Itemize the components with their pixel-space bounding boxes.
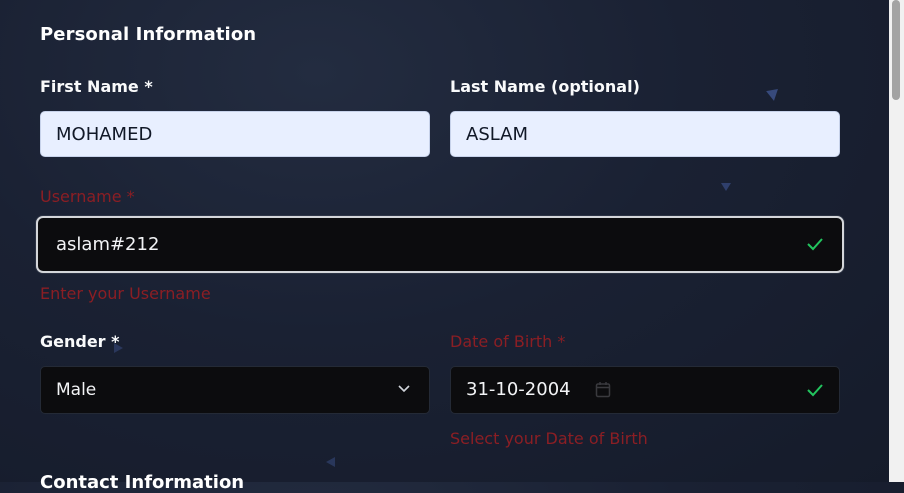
gender-label: Gender *	[40, 332, 120, 351]
first-name-input[interactable]: MOHAMED	[40, 111, 430, 157]
chevron-down-icon[interactable]	[397, 384, 411, 394]
date-of-birth-value: 31-10-2004	[466, 379, 571, 400]
username-input[interactable]: aslam#212	[36, 216, 844, 273]
check-icon	[807, 384, 823, 397]
section-title-contact-information: Contact Information	[40, 472, 245, 493]
gender-select[interactable]: Male	[40, 366, 430, 414]
username-label: Username *	[40, 187, 135, 206]
date-of-birth-label: Date of Birth *	[450, 332, 566, 351]
check-icon	[807, 238, 823, 251]
last-name-value: ASLAM	[466, 124, 529, 145]
date-of-birth-helper-text: Select your Date of Birth	[450, 429, 648, 448]
gender-selected-value: Male	[56, 380, 97, 400]
scrollbar-thumb[interactable]	[892, 0, 900, 100]
decorative-triangle	[721, 183, 731, 191]
last-name-input[interactable]: ASLAM	[450, 111, 840, 157]
username-value: aslam#212	[56, 234, 160, 255]
decorative-triangle	[326, 457, 335, 467]
date-of-birth-input[interactable]: 31-10-2004	[450, 366, 840, 414]
calendar-icon[interactable]	[595, 381, 611, 398]
decorative-triangle	[766, 89, 780, 102]
last-name-label: Last Name (optional)	[450, 77, 640, 96]
section-title-personal-information: Personal Information	[40, 24, 257, 45]
first-name-value: MOHAMED	[56, 124, 153, 145]
first-name-label: First Name *	[40, 77, 153, 96]
username-helper-text: Enter your Username	[40, 284, 211, 303]
